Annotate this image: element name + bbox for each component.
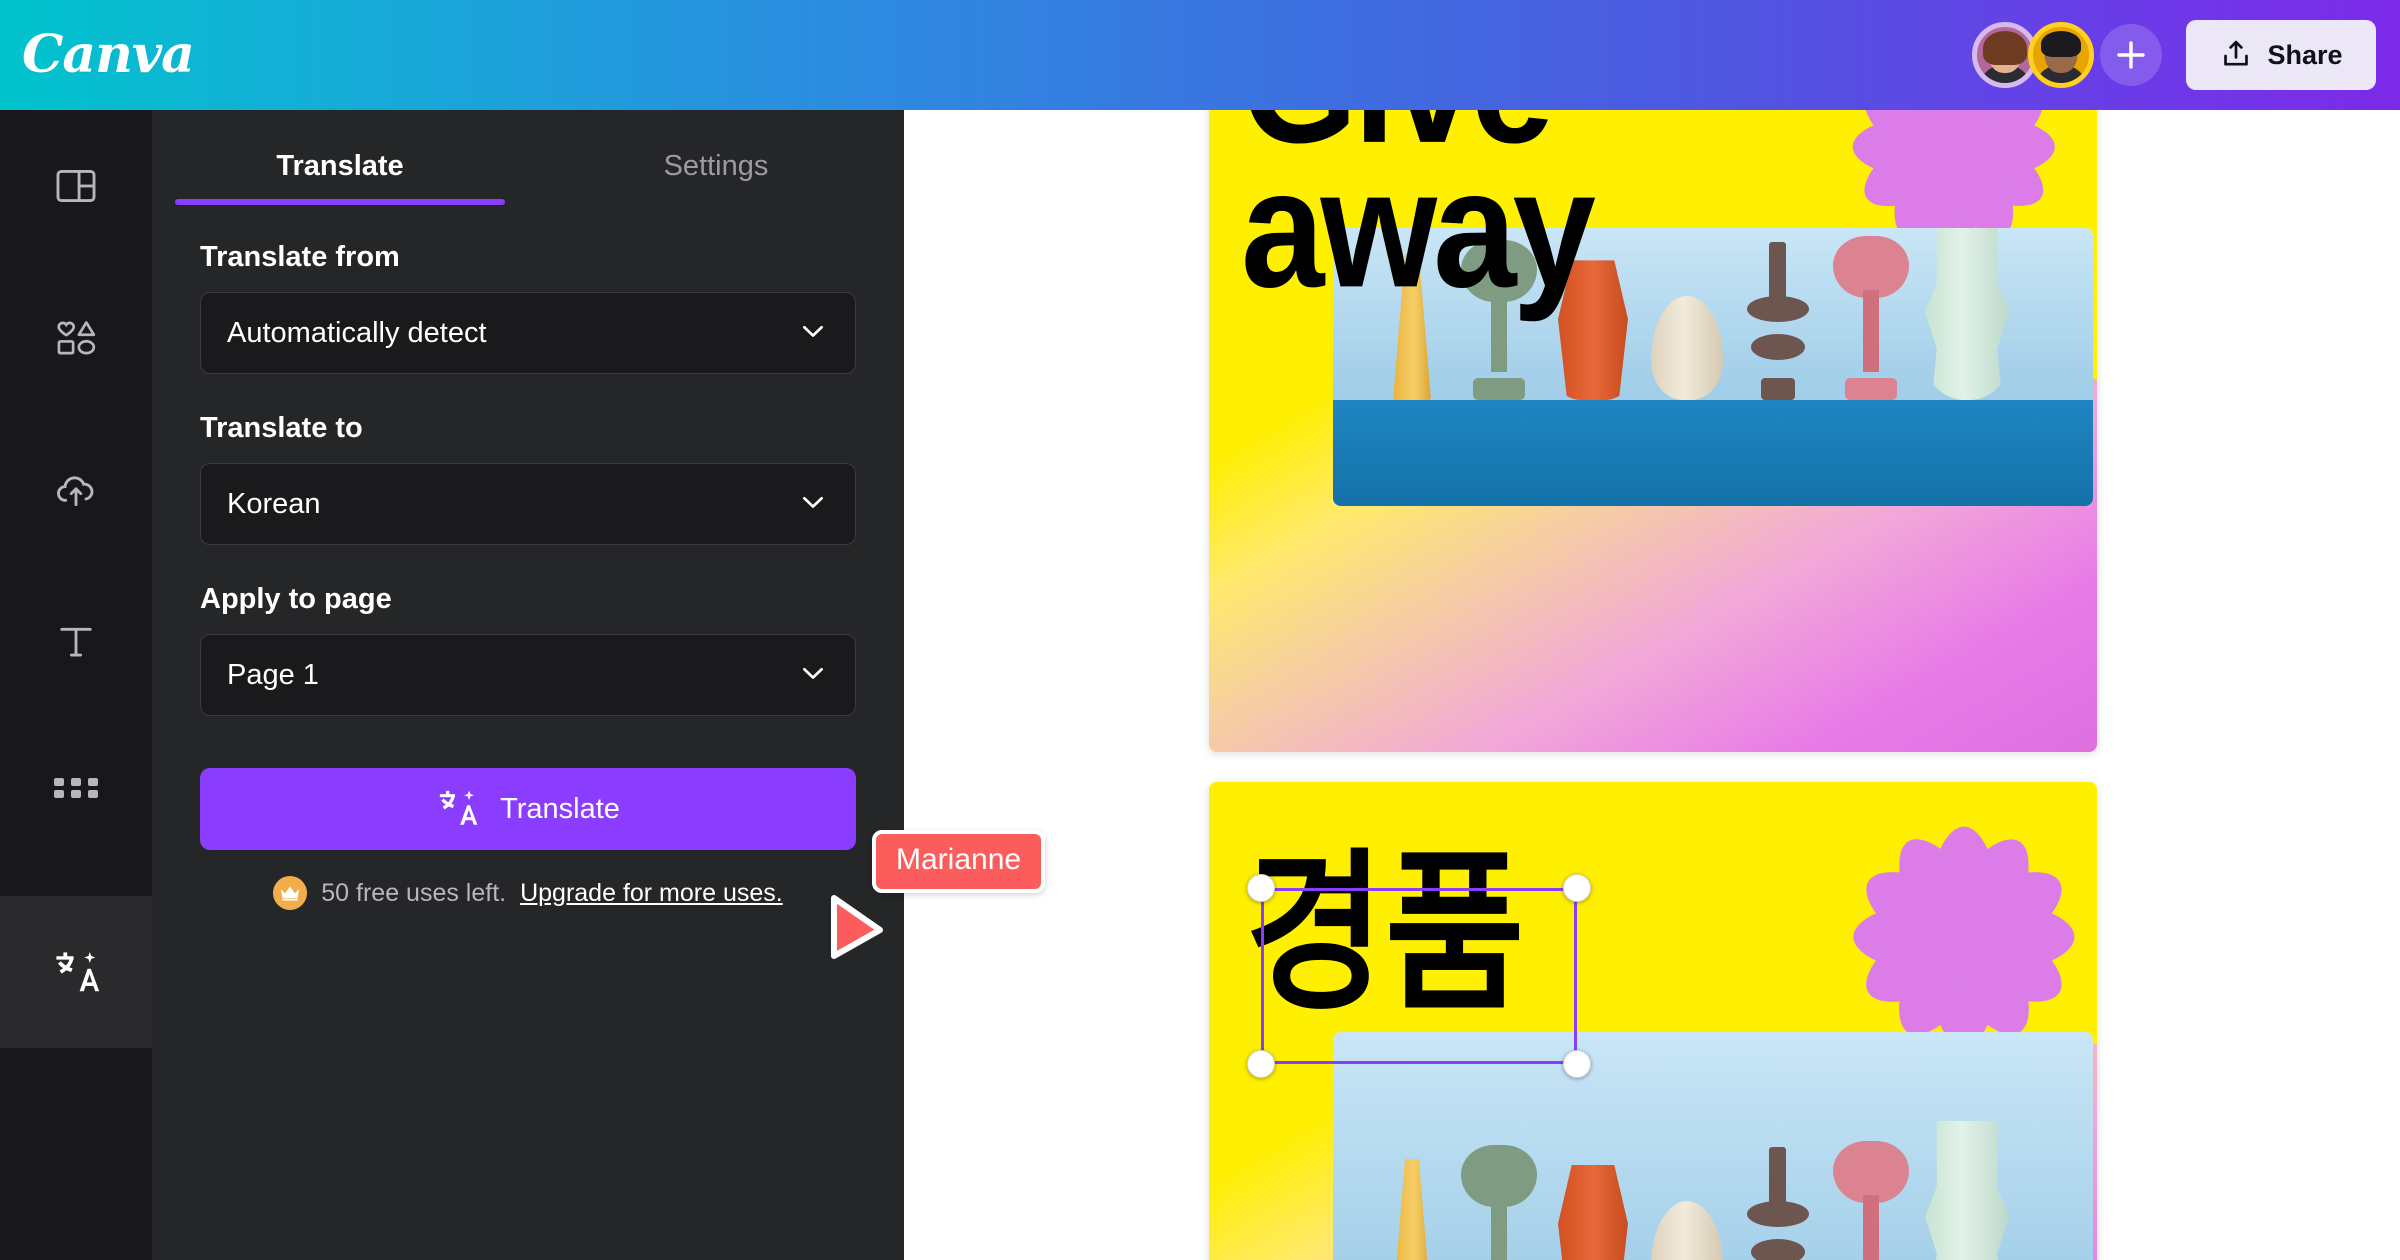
- sidebar-item-text[interactable]: [0, 566, 152, 718]
- vase-pink-candlestick: [1833, 236, 1909, 401]
- upgrade-link[interactable]: Upgrade for more uses.: [520, 879, 783, 908]
- avatar-hair: [2041, 31, 2081, 58]
- usage-text: 50 free uses left.: [321, 878, 507, 907]
- translate-from-label: Translate from: [200, 241, 400, 273]
- cloud-upload-icon: [53, 467, 99, 513]
- page-headline[interactable]: 경품: [1245, 848, 1525, 1021]
- sidebar-item-uploads[interactable]: [0, 414, 152, 566]
- translate-to-value: Korean: [227, 487, 321, 520]
- vase-mint: [1925, 1120, 2009, 1260]
- translate-button-label: Translate: [500, 792, 620, 825]
- translate-from-value: Automatically detect: [227, 316, 487, 349]
- app-header: Canva Share: [0, 0, 2400, 110]
- design-layout-icon: [53, 163, 99, 209]
- page-headline[interactable]: Give away: [1241, 110, 1596, 312]
- share-button[interactable]: Share: [2186, 20, 2376, 90]
- vase-mint: [1925, 228, 2009, 401]
- usage-status: 50 free uses left. Upgrade for more uses…: [200, 876, 856, 910]
- sidebar-item-design[interactable]: [0, 110, 152, 262]
- sidebar-item-translate[interactable]: [0, 874, 152, 1070]
- vase-brown-glass: [1747, 1146, 1809, 1260]
- panel-tabs: Translate Settings: [152, 110, 904, 205]
- chevron-down-icon: [797, 486, 829, 523]
- design-page-2[interactable]: 경품: [1209, 782, 2097, 1260]
- apps-grid-icon: [54, 778, 98, 810]
- collaborator-cursor-label: Marianne: [872, 830, 1046, 893]
- translate-to-label: Translate to: [200, 412, 363, 444]
- canva-logo[interactable]: Canva: [22, 29, 195, 81]
- selection-handle-bottom-right[interactable]: [1563, 1050, 1591, 1078]
- crown-icon: [273, 876, 308, 910]
- cursor-arrow-icon: [828, 890, 892, 969]
- translate-button[interactable]: Translate: [200, 768, 856, 850]
- sidebar-item-elements[interactable]: [0, 262, 152, 414]
- vase-brown-glass: [1747, 242, 1809, 401]
- vase-pink-candlestick: [1833, 1140, 1909, 1260]
- selection-handle-bottom-left[interactable]: [1247, 1050, 1275, 1078]
- panel-body: Translate from Automatically detect Tran…: [152, 205, 904, 910]
- chevron-down-icon: [797, 315, 829, 352]
- tab-settings[interactable]: Settings: [528, 132, 904, 205]
- translate-from-select[interactable]: Automatically detect: [200, 292, 856, 374]
- text-t-icon: [53, 619, 99, 665]
- shapes-elements-icon: [53, 315, 99, 361]
- design-page-1[interactable]: Give away: [1209, 110, 2097, 752]
- add-collaborator-button[interactable]: [2100, 24, 2162, 86]
- tab-translate[interactable]: Translate: [152, 132, 528, 205]
- header-right-group: Share: [1972, 20, 2400, 90]
- translate-to-select[interactable]: Korean: [200, 463, 856, 545]
- avatar-hair: [1983, 31, 2027, 66]
- apply-to-page-select[interactable]: Page 1: [200, 634, 856, 716]
- canva-editor: Canva Share Translate Settings Translate…: [0, 0, 2400, 1260]
- translate-sparkle-icon: [436, 787, 478, 832]
- collaborator-avatars: [1972, 22, 2094, 88]
- vase-green-candlestick: [1461, 1144, 1537, 1260]
- left-rail: [0, 110, 152, 1260]
- rail-spacer: [0, 870, 152, 896]
- upload-icon: [2219, 37, 2253, 74]
- share-button-label: Share: [2267, 39, 2343, 70]
- design-canvas[interactable]: Give away: [904, 110, 2400, 1260]
- apply-to-page-value: Page 1: [227, 658, 319, 691]
- photo-table: [1333, 400, 2093, 506]
- translate-sparkle-icon: [52, 948, 100, 996]
- plus-icon: [2114, 38, 2148, 72]
- apply-to-page-label: Apply to page: [200, 583, 392, 615]
- sidebar-item-apps[interactable]: [0, 718, 152, 870]
- chevron-down-icon: [797, 657, 829, 694]
- selection-handle-top-left[interactable]: [1247, 874, 1275, 902]
- translate-panel: Translate Settings Translate from Automa…: [152, 110, 904, 1260]
- avatar[interactable]: [2028, 22, 2094, 88]
- selection-handle-top-right[interactable]: [1563, 874, 1591, 902]
- vases-photo[interactable]: [1333, 1032, 2093, 1260]
